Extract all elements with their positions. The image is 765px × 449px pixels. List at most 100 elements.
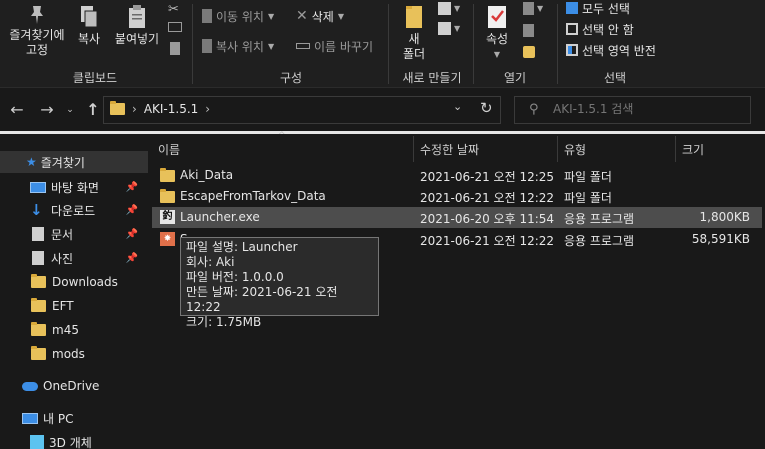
folder-icon [31, 346, 46, 360]
file-size: 58,591KB [691, 232, 750, 246]
cut-icon[interactable]: ✂ [168, 2, 179, 17]
edit-icon[interactable] [523, 24, 534, 37]
nav-item-eft[interactable]: EFT [0, 295, 148, 317]
column-header-label: 수정한 날짜 [420, 142, 480, 157]
select-group: 모두 선택 선택 안 함 선택 영역 반전 선택 [560, 0, 765, 88]
tooltip-version: 파일 버전: 1.0.0.0 [186, 270, 284, 284]
paste-label: 붙여넣기 [114, 32, 160, 46]
copy-to-button[interactable]: 복사 위치 ▼ [202, 37, 274, 55]
nav-item-label: Downloads [52, 275, 118, 289]
breadcrumb-separator-icon[interactable]: › [132, 102, 137, 116]
nav-item-desktop[interactable]: 바탕 화면 📌 [0, 176, 148, 198]
file-date: 2021-06-21 오전 12:22 [420, 234, 555, 248]
rename-label: 이름 바꾸기 [314, 39, 374, 54]
pin-to-quick-access-button[interactable]: 즐겨찾기에 고정 [4, 4, 70, 58]
select-none-button[interactable]: 선택 안 함 [566, 20, 634, 38]
open-icon[interactable] [523, 2, 534, 15]
delete-button[interactable]: ✕ 삭제 ▼ [296, 7, 344, 25]
column-header-size[interactable]: 크기 [676, 136, 756, 162]
rename-button[interactable]: 이름 바꾸기 [296, 37, 373, 55]
copy-button[interactable]: 복사 [72, 4, 106, 47]
navigation-pane: ★ 즐겨찾기 바탕 화면 📌 ↓ 다운로드 📌 문서 📌 사진 📌 Downlo… [0, 134, 148, 449]
breadcrumb-item[interactable]: AKI-1.5.1 [144, 102, 198, 116]
nav-item-downloads[interactable]: Downloads [0, 271, 148, 293]
search-box[interactable]: ⚲ [514, 96, 751, 124]
back-arrow-icon[interactable]: ← [8, 100, 26, 119]
file-row[interactable]: EscapeFromTarkov_Data 2021-06-21 오전 12:2… [152, 186, 762, 207]
copy-label: 복사 [77, 32, 101, 46]
folder-icon [31, 298, 46, 312]
nav-3d-objects-label: 3D 개체 [49, 435, 92, 449]
copy-path-icon[interactable] [168, 22, 182, 32]
chevron-down-icon[interactable]: ▼ [537, 4, 543, 13]
delete-icon: ✕ [296, 8, 308, 24]
chevron-down-icon[interactable]: ▼ [454, 4, 460, 13]
star-icon: ★ [26, 155, 37, 169]
column-header-date[interactable]: 수정한 날짜 [414, 136, 557, 162]
select-all-button[interactable]: 모두 선택 [566, 0, 630, 17]
invert-selection-button[interactable]: 선택 영역 반전 [566, 41, 656, 59]
search-input[interactable] [553, 102, 743, 116]
address-bar[interactable]: › AKI-1.5.1 › [103, 96, 501, 124]
easy-access-icon[interactable] [438, 22, 451, 35]
nav-item-label: m45 [52, 323, 79, 337]
refresh-icon[interactable]: ↻ [480, 99, 493, 117]
pin-label: 즐겨찾기에 고정 [9, 28, 65, 57]
paste-button[interactable]: 붙여넣기 [110, 4, 164, 47]
chevron-down-icon: ▼ [493, 50, 501, 59]
paste-icon [129, 5, 145, 28]
organize-group-label: 구성 [279, 71, 303, 85]
breadcrumb-separator-icon[interactable]: › [205, 102, 210, 116]
invert-selection-label: 선택 영역 반전 [582, 43, 656, 58]
nav-3d-objects[interactable]: 3D 개체 [0, 431, 148, 449]
properties-label: 속성 [485, 32, 509, 46]
nav-item-label: 문서 [51, 227, 74, 242]
nav-item-label: 다운로드 [51, 203, 96, 218]
history-icon[interactable] [523, 46, 535, 58]
properties-icon [488, 6, 506, 28]
column-header-label: 크기 [682, 142, 705, 157]
file-type: 응용 프로그램 [564, 234, 635, 248]
column-header-name[interactable]: 이름 [152, 136, 412, 162]
picture-icon [32, 251, 44, 265]
pin-icon: 📌 [125, 252, 138, 264]
paste-shortcut-icon[interactable] [170, 42, 180, 55]
move-to-button[interactable]: 이동 위치 ▼ [202, 7, 274, 25]
open-group-label: 열기 [503, 71, 527, 85]
recent-chevron-icon[interactable]: ⌄ [61, 105, 79, 115]
ribbon-divider [557, 4, 558, 84]
nav-item-label: 사진 [51, 251, 74, 266]
forward-arrow-icon[interactable]: → [38, 100, 56, 119]
folder-icon [110, 101, 125, 115]
nav-quick-access[interactable]: ★ 즐겨찾기 [0, 151, 148, 173]
column-header-type[interactable]: 유형 [558, 136, 675, 162]
nav-item-pictures[interactable]: 사진 📌 [0, 247, 148, 269]
chevron-down-icon[interactable]: ▼ [454, 24, 460, 33]
properties-button[interactable]: 속성 ▼ [477, 4, 517, 62]
nav-item-downloads-kr[interactable]: ↓ 다운로드 📌 [0, 199, 148, 221]
chevron-down-icon: ▼ [337, 11, 344, 21]
address-history-chevron-icon[interactable]: ⌄ [453, 100, 462, 113]
folder-icon [160, 168, 175, 184]
nav-item-m45[interactable]: m45 [0, 319, 148, 341]
new-item-icon[interactable] [438, 2, 451, 15]
nav-item-documents[interactable]: 문서 📌 [0, 223, 148, 245]
file-row[interactable]: 釣 Launcher.exe 2021-06-20 오후 11:54 응용 프로… [152, 207, 762, 228]
computer-icon [22, 412, 38, 424]
open-group: 속성 ▼ ▼ 열기 [475, 0, 555, 88]
tooltip-created: 만든 날짜: 2021-06-21 오전 12:22 [186, 285, 338, 314]
file-row[interactable]: Aki_Data 2021-06-21 오전 12:25 파일 폴더 [152, 165, 762, 186]
ribbon-divider [192, 4, 193, 84]
nav-this-pc[interactable]: 내 PC [0, 407, 148, 429]
up-arrow-icon[interactable]: ↑ [84, 100, 102, 119]
pin-icon: 📌 [125, 204, 138, 216]
clipboard-group-label: 클립보드 [72, 71, 118, 85]
file-name: Aki_Data [180, 168, 234, 182]
nav-item-mods[interactable]: mods [0, 343, 148, 365]
select-all-label: 모두 선택 [582, 1, 630, 16]
copy-to-icon [202, 39, 212, 53]
move-to-icon [202, 9, 212, 23]
nav-quick-access-label: 즐겨찾기 [40, 155, 85, 170]
new-folder-button[interactable]: 새 폴더 [396, 4, 432, 62]
nav-onedrive[interactable]: OneDrive [0, 375, 148, 397]
